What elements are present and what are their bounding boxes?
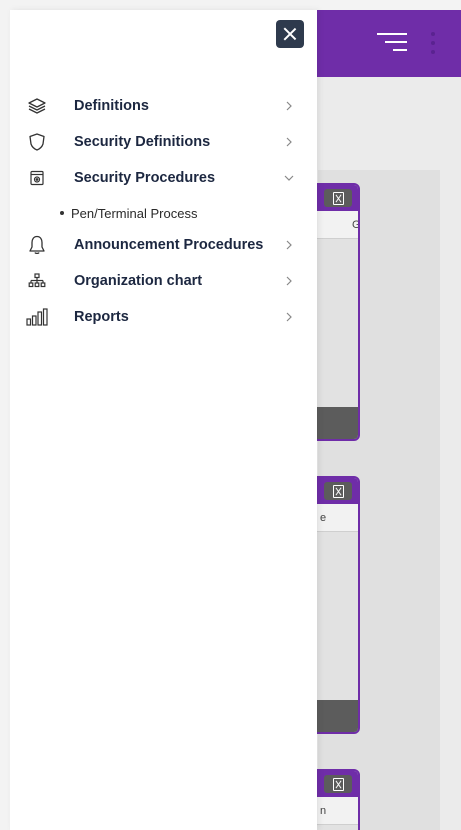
close-button[interactable] — [276, 20, 304, 48]
menu-item-label: Security Procedures — [74, 170, 216, 186]
submenu-item-pen-terminal-process[interactable]: Pen/Terminal Process — [10, 199, 317, 227]
excel-export-button[interactable] — [324, 482, 352, 500]
bell-icon — [26, 234, 48, 256]
menu-item-label: Announcement Procedures — [74, 237, 264, 253]
column-header-text: n — [320, 805, 327, 817]
hamburger-icon[interactable] — [377, 30, 407, 56]
chevron-down-icon — [284, 172, 294, 184]
bar-chart-icon — [26, 306, 48, 328]
kebab-icon[interactable] — [430, 30, 436, 56]
chevron-right-icon — [284, 136, 294, 148]
navigation-drawer: Definitions Security Definitions Securit… — [10, 10, 317, 830]
excel-export-button[interactable] — [324, 775, 352, 793]
menu-item-security-procedures[interactable]: Security Procedures — [10, 160, 317, 196]
chevron-right-icon — [284, 100, 294, 112]
close-icon — [283, 27, 297, 41]
excel-icon — [332, 191, 344, 205]
menu-item-organization-chart[interactable]: Organization chart — [10, 263, 317, 299]
menu-item-label: Organization chart — [74, 273, 203, 289]
menu-item-security-definitions[interactable]: Security Definitions — [10, 124, 317, 160]
excel-icon — [332, 484, 344, 498]
column-header-text: G — [352, 219, 360, 231]
submenu-item-label: Pen/Terminal Process — [71, 205, 198, 221]
menu-item-announcement-procedures[interactable]: Announcement Procedures — [10, 227, 317, 263]
excel-icon — [332, 777, 344, 791]
menu-item-definitions[interactable]: Definitions — [10, 88, 317, 124]
safe-icon — [26, 167, 48, 189]
org-chart-icon — [26, 270, 48, 292]
bullet-icon — [60, 211, 64, 215]
column-header-text: e — [320, 512, 327, 524]
chevron-right-icon — [284, 311, 294, 323]
menu-item-label: Reports — [74, 309, 129, 325]
menu-item-reports[interactable]: Reports — [10, 299, 317, 335]
menu-item-label: Definitions — [74, 98, 149, 114]
shield-icon — [26, 131, 48, 153]
excel-export-button[interactable] — [324, 189, 352, 207]
layers-icon — [26, 95, 48, 117]
chevron-right-icon — [284, 275, 294, 287]
menu-item-label: Security Definitions — [74, 134, 211, 150]
chevron-right-icon — [284, 239, 294, 251]
